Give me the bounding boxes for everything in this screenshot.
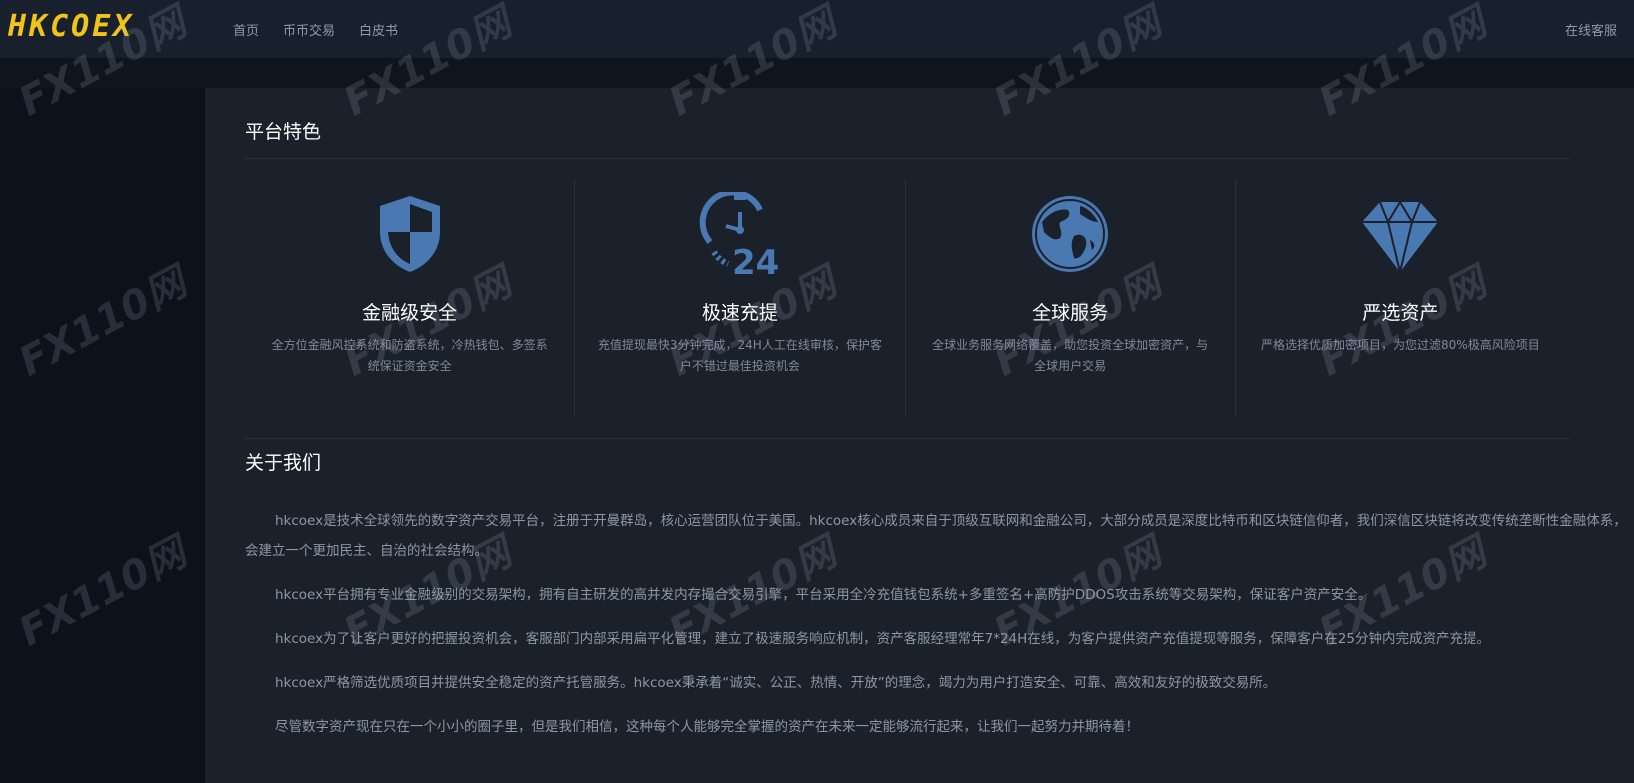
watermark: FX110网 <box>11 259 194 386</box>
watermark: FX110网 <box>11 529 194 656</box>
feature-card: 严选资产 严格选择优质加密项目，为您过滤80%极高风险项目 <box>1236 180 1565 416</box>
feature-card: 金融级安全 全方位金融风控系统和防盗系统，冷热钱包、多签系统保证资金安全 <box>245 180 576 416</box>
feature-desc: 严格选择优质加密项目，为您过滤80%极高风险项目 <box>1261 338 1540 352</box>
feature-desc: 充值提现最快3分钟完成，24H人工在线审核，保护客户不错过最佳投资机会 <box>597 338 882 373</box>
feature-card: 24 极速充提 充值提现最快3分钟完成，24H人工在线审核，保护客户不错过最佳投… <box>575 180 906 416</box>
divider <box>245 158 1570 159</box>
about-paragraph: hkcoex为了让客户更好的把握投资机会，客服部门内部采用扁平化管理，建立了极速… <box>275 631 1490 647</box>
main-nav: 首页 币币交易 白皮书 <box>233 20 398 39</box>
about-paragraph: hkcoex严格筛选优质项目并提供安全稳定的资产托管服务。hkcoex秉承着“诚… <box>275 675 1277 691</box>
about-paragraph: hkcoex是技术全球领先的数字资产交易平台，注册于开曼群岛，核心运营团队位于美… <box>245 513 1627 559</box>
nav-whitepaper[interactable]: 白皮书 <box>359 20 398 39</box>
feature-title: 金融级安全 <box>362 302 458 324</box>
svg-text:24: 24 <box>732 243 779 276</box>
content-panel: 平台特色 金融级安全 全方位金融风控系统和防盗系统，冷热钱包、多签系统保证资金安… <box>205 88 1634 783</box>
top-navbar: HKCOEX 首页 币币交易 白皮书 在线客服 <box>0 0 1634 58</box>
shield-icon <box>379 196 440 272</box>
divider <box>245 438 1570 439</box>
clock-24-icon: 24 <box>699 192 779 276</box>
feature-desc: 全方位金融风控系统和防盗系统，冷热钱包、多签系统保证资金安全 <box>271 338 548 373</box>
features-title: 平台特色 <box>245 121 322 143</box>
globe-icon <box>1032 196 1109 272</box>
feature-card: 全球服务 全球业务服务网络覆盖，助您投资全球加密资产，与全球用户交易 <box>906 180 1236 416</box>
online-service-link[interactable]: 在线客服 <box>1565 20 1617 39</box>
about-paragraph: hkcoex平台拥有专业金融级别的交易架构，拥有自主研发的高并发内存撮合交易引擎… <box>275 587 1372 603</box>
about-text: hkcoex是技术全球领先的数字资产交易平台，注册于开曼群岛，核心运营团队位于美… <box>245 506 1630 756</box>
feature-title: 极速充提 <box>701 302 778 324</box>
sub-bar <box>0 58 1634 88</box>
feature-title: 全球服务 <box>1032 302 1109 324</box>
features-row: 金融级安全 全方位金融风控系统和防盗系统，冷热钱包、多签系统保证资金安全 24 … <box>245 180 1565 416</box>
nav-home[interactable]: 首页 <box>233 20 259 39</box>
feature-desc: 全球业务服务网络覆盖，助您投资全球加密资产，与全球用户交易 <box>932 338 1209 373</box>
diamond-icon <box>1362 200 1439 273</box>
about-title: 关于我们 <box>245 452 322 474</box>
logo[interactable]: HKCOEX <box>8 9 134 44</box>
nav-coin-trading[interactable]: 币币交易 <box>283 20 335 39</box>
feature-title: 严选资产 <box>1362 302 1439 324</box>
about-paragraph: 尽管数字资产现在只在一个小小的圈子里，但是我们相信，这种每个人能够完全掌握的资产… <box>275 719 1139 735</box>
